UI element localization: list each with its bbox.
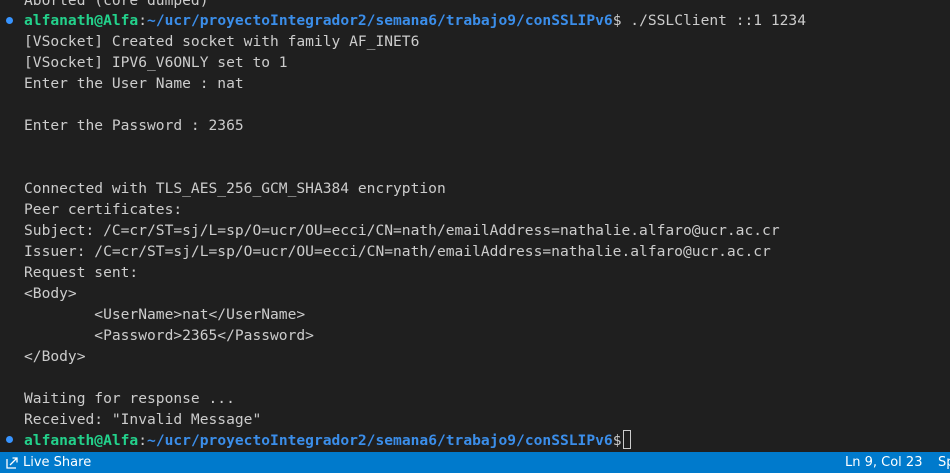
prompt-user: alfanath@Alfa (24, 432, 139, 449)
prompt-line: alfanath@Alfa:~/ucr/proyectoIntegrador2/… (24, 430, 631, 451)
terminal-line: Issuer: /C=cr/ST=sj/L=sp/O=ucr/OU=ecci/C… (24, 243, 771, 260)
terminal-line: Connected with TLS_AES_256_GCM_SHA384 en… (24, 180, 446, 197)
terminal-line: </Body> (24, 348, 86, 365)
prompt-path: ~/ucr/proyectoIntegrador2/semana6/trabaj… (147, 12, 613, 29)
live-share-button[interactable]: Live Share (5, 452, 91, 473)
terminal-line: <Password>2365</Password> (24, 327, 314, 344)
status-bar: Live Share Ln 9, Col 23 Sp (0, 452, 950, 473)
terminal-line: Received: "Invalid Message" (24, 411, 262, 428)
terminal-line: Enter the Password : 2365 (24, 117, 244, 134)
terminal-line: [VSocket] IPV6_V6ONLY set to 1 (24, 54, 288, 71)
prompt-separator: : (138, 432, 148, 449)
terminal-line: [VSocket] Created socket with family AF_… (24, 33, 420, 50)
prompt-separator: : (138, 12, 148, 29)
terminal-panel[interactable]: Aborted (core dumped) alfanath@Alfa:~/uc… (0, 0, 950, 452)
command-decoration-icon[interactable] (6, 436, 13, 443)
live-share-icon (5, 456, 19, 470)
terminal-line: <Body> (24, 285, 77, 302)
command-text: ./SSLClient ::1 1234 (621, 12, 807, 29)
prompt-user: alfanath@Alfa (24, 12, 139, 29)
prompt-line: alfanath@Alfa:~/ucr/proyectoIntegrador2/… (24, 10, 806, 31)
indentation-indicator[interactable]: Sp (938, 452, 950, 473)
terminal-cursor (622, 430, 631, 449)
prompt-symbol: $ (612, 12, 622, 29)
terminal-line: Enter the User Name : nat (24, 75, 244, 92)
terminal-line: <UserName>nat</UserName> (24, 306, 306, 323)
terminal-line: Waiting for response ... (24, 390, 235, 407)
prompt-path: ~/ucr/proyectoIntegrador2/semana6/trabaj… (147, 432, 613, 449)
terminal-line: Subject: /C=cr/ST=sj/L=sp/O=ucr/OU=ecci/… (24, 222, 780, 239)
terminal-line: Peer certificates: (24, 201, 183, 218)
live-share-label: Live Share (23, 455, 92, 470)
terminal-line: Request sent: (24, 264, 139, 281)
command-decoration-icon[interactable] (6, 17, 13, 24)
cursor-position-indicator[interactable]: Ln 9, Col 23 (845, 452, 922, 473)
prompt-symbol: $ (612, 432, 622, 449)
